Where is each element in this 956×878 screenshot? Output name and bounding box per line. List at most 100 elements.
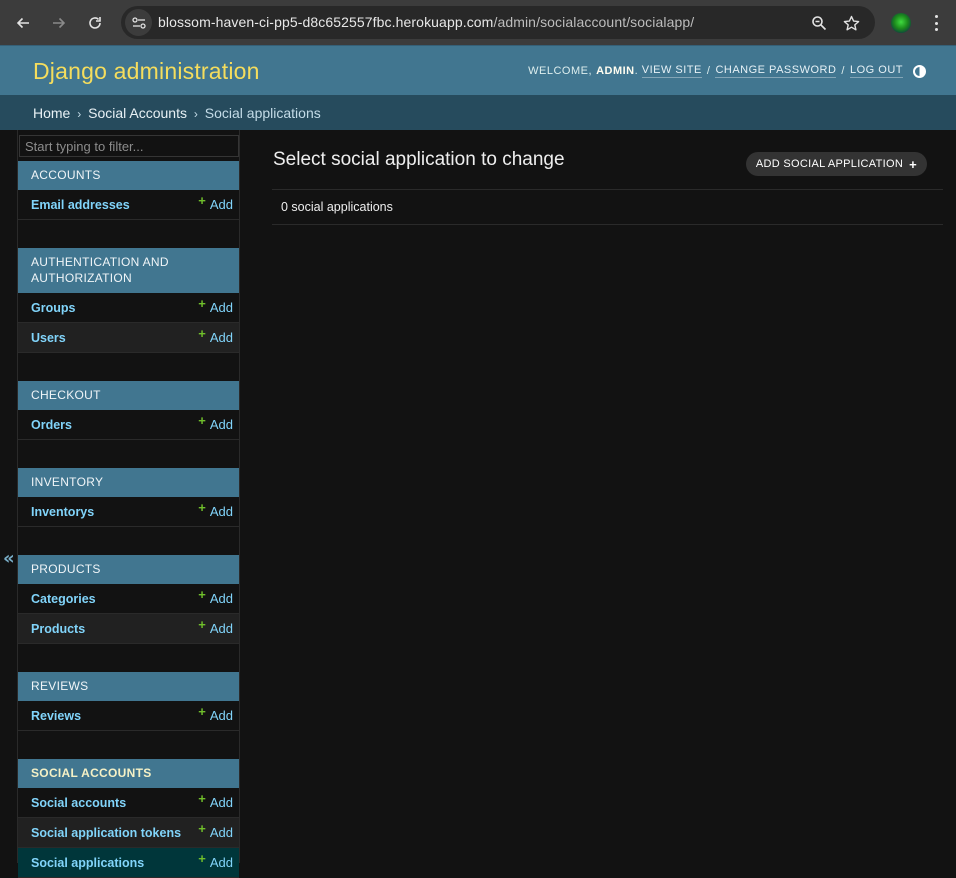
url-path: /admin/socialaccount/socialapp/ bbox=[493, 14, 695, 30]
plus-icon: + bbox=[198, 617, 206, 632]
plus-icon: + bbox=[198, 193, 206, 208]
sidebar-item-users: Users + Add bbox=[18, 323, 239, 353]
plus-icon: + bbox=[909, 156, 917, 172]
plus-icon: + bbox=[198, 851, 206, 866]
model-link[interactable]: Social accounts bbox=[31, 796, 126, 810]
plus-icon: + bbox=[198, 704, 206, 719]
plus-icon: + bbox=[198, 296, 206, 311]
site-header: Django administration WELCOME, ADMIN. VI… bbox=[0, 45, 956, 95]
url-host: blossom-haven-ci-pp5-d8c652557fbc.heroku… bbox=[158, 14, 494, 30]
add-label: Add bbox=[209, 591, 233, 606]
plus-icon: + bbox=[198, 821, 206, 836]
add-label: Add bbox=[209, 300, 233, 315]
reload-icon bbox=[89, 17, 101, 29]
user-tools: WELCOME, ADMIN. VIEW SITE / CHANGE PASSW… bbox=[528, 64, 926, 78]
sidebar-item-categories: Categories + Add bbox=[18, 584, 239, 614]
add-link[interactable]: + Add bbox=[198, 193, 233, 212]
add-social-application-button[interactable]: ADD SOCIAL APPLICATION + bbox=[745, 152, 927, 176]
add-link[interactable]: + Add bbox=[198, 587, 233, 606]
model-link[interactable]: Groups bbox=[31, 301, 75, 315]
plus-icon: + bbox=[198, 413, 206, 428]
breadcrumb: Home › Social Accounts › Social applicat… bbox=[0, 95, 956, 130]
module-caption[interactable]: REVIEWS bbox=[18, 672, 239, 701]
model-link[interactable]: Email addresses bbox=[31, 198, 130, 212]
add-button-label: ADD SOCIAL APPLICATION bbox=[755, 158, 904, 170]
module-products: PRODUCTS Categories + Add Products + Add bbox=[18, 555, 239, 644]
add-link[interactable]: + Add bbox=[198, 413, 233, 432]
module-caption[interactable]: PRODUCTS bbox=[18, 555, 239, 584]
add-link[interactable]: + Add bbox=[198, 296, 233, 315]
module-social-accounts: SOCIAL ACCOUNTS Social accounts + Add Soc… bbox=[18, 759, 239, 878]
model-link[interactable]: Social application tokens bbox=[31, 826, 181, 840]
add-link[interactable]: + Add bbox=[198, 791, 233, 810]
module-accounts: ACCOUNTS Email addresses + Add bbox=[18, 161, 239, 220]
change-password-link[interactable]: CHANGE PASSWORD bbox=[715, 64, 837, 78]
nav-filter-input[interactable] bbox=[19, 135, 239, 157]
model-link[interactable]: Orders bbox=[31, 418, 72, 432]
plus-icon: + bbox=[198, 500, 206, 515]
module-checkout: CHECKOUT Orders + Add bbox=[18, 381, 239, 440]
model-link[interactable]: Categories bbox=[31, 592, 96, 606]
module-caption[interactable]: AUTHENTICATION AND AUTHORIZATION bbox=[18, 248, 239, 293]
back-button[interactable] bbox=[8, 8, 38, 38]
site-info-button[interactable] bbox=[125, 9, 152, 36]
add-link[interactable]: + Add bbox=[198, 704, 233, 723]
browser-toolbar: blossom-haven-ci-pp5-d8c652557fbc.heroku… bbox=[0, 0, 956, 45]
breadcrumb-separator: › bbox=[77, 107, 82, 121]
star-icon bbox=[843, 15, 859, 30]
zoom-button[interactable] bbox=[808, 12, 830, 34]
add-link[interactable]: + Add bbox=[198, 617, 233, 636]
sidebar-item-social-applications: Social applications + Add bbox=[18, 848, 239, 878]
site-branding[interactable]: Django administration bbox=[33, 58, 260, 85]
model-link[interactable]: Reviews bbox=[31, 709, 81, 723]
sidebar-item-orders: Orders + Add bbox=[18, 410, 239, 440]
add-link[interactable]: + Add bbox=[198, 821, 233, 840]
module-reviews: REVIEWS Reviews + Add bbox=[18, 672, 239, 731]
plus-icon: + bbox=[198, 791, 206, 806]
add-link[interactable]: + Add bbox=[198, 326, 233, 345]
arrow-left-icon bbox=[16, 17, 29, 29]
module-inventory: INVENTORY Inventorys + Add bbox=[18, 468, 239, 527]
add-label: Add bbox=[209, 330, 233, 345]
breadcrumb-home[interactable]: Home bbox=[33, 105, 70, 121]
reload-button[interactable] bbox=[80, 8, 110, 38]
add-label: Add bbox=[209, 417, 233, 432]
model-link[interactable]: Inventorys bbox=[31, 505, 94, 519]
module-caption[interactable]: INVENTORY bbox=[18, 468, 239, 497]
period: . bbox=[634, 65, 642, 77]
separator: / bbox=[841, 65, 845, 77]
view-site-link[interactable]: VIEW SITE bbox=[641, 64, 702, 78]
url-text[interactable]: blossom-haven-ci-pp5-d8c652557fbc.heroku… bbox=[158, 14, 694, 30]
breadcrumb-separator: › bbox=[193, 107, 198, 121]
sidebar-item-products: Products + Add bbox=[18, 614, 239, 644]
bookmark-button[interactable] bbox=[840, 12, 862, 34]
kebab-menu-icon[interactable] bbox=[928, 12, 944, 34]
breadcrumb-current: Social applications bbox=[204, 105, 321, 121]
module-caption[interactable]: ACCOUNTS bbox=[18, 161, 239, 190]
module-caption[interactable]: SOCIAL ACCOUNTS bbox=[18, 759, 239, 788]
sidebar-item-inventorys: Inventorys + Add bbox=[18, 497, 239, 527]
log-out-link[interactable]: LOG OUT bbox=[849, 64, 903, 78]
forward-button[interactable] bbox=[44, 8, 74, 38]
separator: / bbox=[706, 65, 711, 77]
breadcrumb-social-accounts[interactable]: Social Accounts bbox=[88, 105, 187, 121]
sidebar-toggle-strip[interactable]: « bbox=[0, 130, 18, 863]
theme-toggle-icon[interactable] bbox=[913, 64, 926, 78]
sidebar-item-social-application-tokens: Social application tokens + Add bbox=[18, 818, 239, 848]
username: ADMIN bbox=[596, 65, 635, 77]
model-link[interactable]: Users bbox=[31, 331, 66, 345]
sidebar-item-email-addresses: Email addresses + Add bbox=[18, 190, 239, 220]
add-link[interactable]: + Add bbox=[198, 500, 233, 519]
avatar[interactable] bbox=[891, 13, 911, 33]
model-link[interactable]: Products bbox=[31, 622, 85, 636]
add-label: Add bbox=[209, 708, 233, 723]
changelist-result-count: 0 social applications bbox=[272, 189, 943, 225]
welcome-text: WELCOME, bbox=[528, 65, 593, 77]
module-caption[interactable]: CHECKOUT bbox=[18, 381, 239, 410]
sidebar-item-groups: Groups + Add bbox=[18, 293, 239, 323]
tune-icon bbox=[131, 16, 146, 29]
zoom-icon bbox=[812, 16, 827, 31]
module-authentication: AUTHENTICATION AND AUTHORIZATION Groups … bbox=[18, 248, 239, 353]
collapse-sidebar-icon[interactable]: « bbox=[3, 548, 15, 569]
address-bar[interactable]: blossom-haven-ci-pp5-d8c652557fbc.heroku… bbox=[121, 6, 875, 39]
